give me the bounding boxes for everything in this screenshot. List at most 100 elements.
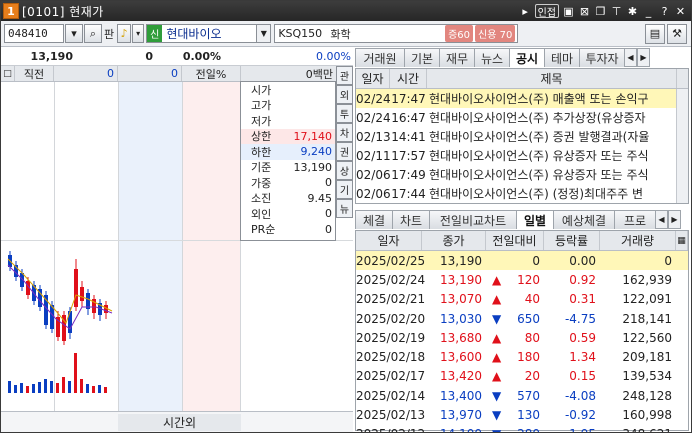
list-item[interactable]: 02/06 17:49 현대바이오사이언스(주) 유상증자 또는 주식	[356, 165, 688, 184]
side-button[interactable]: 관	[336, 66, 353, 85]
memo-icon[interactable]: ▤	[645, 23, 665, 44]
table-row[interactable]: 2025/02/25 13,190 0 0.00 0	[356, 251, 688, 271]
price-rate: 0.00%	[182, 50, 221, 63]
tool-icon[interactable]: ⚒	[667, 23, 687, 44]
cell-rate: 0.31	[569, 292, 596, 307]
copy-icon[interactable]: ❐	[594, 4, 607, 18]
side-button[interactable]: 외	[336, 85, 353, 104]
up-arrow-icon: ▲	[492, 272, 502, 287]
side-button[interactable]: 기	[336, 180, 353, 199]
cell-close: 13,600	[440, 350, 482, 365]
tab-expected[interactable]: 예상체결	[553, 210, 615, 229]
cell-volume: 139,534	[622, 369, 672, 384]
tab-disclosure[interactable]: 공시	[509, 48, 545, 67]
stock-code-input[interactable]: 048410	[4, 24, 64, 43]
tab-news[interactable]: 뉴스	[474, 48, 510, 67]
tab-brokers[interactable]: 거래원	[355, 48, 405, 67]
tab-executions[interactable]: 체결	[355, 210, 393, 229]
up-arrow-icon: ▲	[492, 350, 502, 365]
table-row[interactable]: 2025/02/21 13,070 ▲ 40 0.31 122,091	[356, 290, 688, 309]
table-row[interactable]: 2025/02/1214,100▼280-1.95348,621	[356, 425, 688, 432]
list-item[interactable]: 02/13 14:41 현대바이오사이언스(주) 증권 발행결과(자율	[356, 127, 688, 146]
vertical-scrollbar[interactable]	[676, 89, 688, 203]
cell-close: 14,100	[422, 427, 486, 432]
help-icon[interactable]: ?	[658, 4, 671, 18]
list-item[interactable]: 02/06 17:44 현대바이오사이언스(주) (정정)최대주주 변	[356, 184, 688, 203]
tab-program[interactable]: 프로	[614, 210, 656, 229]
title-bar: 1 [0101] 현재가 ▸ 인접 ▣ ⊠ ❐ ⊤ ✱ _ ? ✕	[1, 1, 691, 21]
up-arrow-icon: ▲	[492, 292, 502, 307]
table-row[interactable]: 2025/02/24 13,190 ▲ 120 0.92 162,939	[356, 270, 688, 289]
daily-table: 일자 종가 전일대비 등락률 거래량 ▦ 2025/02/25 13,190 0 0.…	[355, 230, 689, 432]
cell-change: 0	[532, 253, 540, 268]
tab-scroll-right-icon[interactable]: ▶	[637, 48, 650, 67]
print-icon[interactable]: ▣	[562, 4, 575, 18]
table-row[interactable]: 2025/02/13 13,970 ▼ 130 -0.92 160,998	[356, 405, 688, 424]
cell-date: 2025/02/19	[356, 330, 426, 345]
side-button[interactable]: 투	[336, 104, 353, 123]
checkbox-icon[interactable]: □	[1, 66, 15, 81]
table-row[interactable]: 2025/02/19 13,680 ▲ 80 0.59 122,560	[356, 328, 688, 347]
list-item[interactable]: 02/24 16:47 현대바이오사이언스(주) 추가상장(유상증자	[356, 108, 688, 127]
tab-daily[interactable]: 일별	[516, 210, 554, 229]
side-button[interactable]: 뉴	[336, 199, 353, 218]
settings-icon[interactable]: ✱	[626, 4, 639, 18]
cell-date: 2025/02/14	[356, 388, 426, 403]
cell-close: 13,680	[440, 330, 482, 345]
tab-chart[interactable]: 차트	[392, 210, 430, 229]
minimize-icon[interactable]: _	[642, 4, 655, 18]
cell-date: 2025/02/17	[356, 369, 426, 384]
table-row[interactable]: 2025/02/17 13,420 ▲ 20 0.15 139,534	[356, 367, 688, 386]
cell-date: 2025/02/12	[356, 427, 425, 432]
cell-change: ▲ 180	[492, 350, 540, 365]
tab-basic[interactable]: 기본	[404, 48, 440, 67]
play-icon[interactable]: ▸	[519, 4, 532, 18]
info-row-exhaustion: 소진 9.45	[251, 191, 332, 206]
table-row[interactable]: 2025/02/14 13,400 ▼ 570 -4.08 248,128	[356, 386, 688, 405]
stock-name: 현대바이오	[166, 27, 222, 41]
side-button[interactable]: 차	[336, 123, 353, 142]
tab-theme[interactable]: 테마	[544, 48, 580, 67]
tab-compare-chart[interactable]: 전일비교차트	[429, 210, 517, 229]
sector-name: 화학	[330, 27, 351, 41]
down-arrow-icon: ▼	[492, 408, 502, 423]
pin-icon[interactable]: ⊤	[610, 4, 623, 18]
bell-icon[interactable]: ♪	[117, 24, 132, 43]
tab-scroll-left-icon[interactable]: ◀	[655, 210, 668, 229]
daily-header: 일자 종가 전일대비 등락률 거래량 ▦	[356, 231, 688, 251]
col-date: 일자	[356, 231, 422, 250]
grid-line	[182, 82, 183, 412]
prev-pct-label: 전일%	[182, 66, 241, 81]
list-item[interactable]: 02/11 17:57 현대바이오사이언스(주) 유상증자 또는 주식	[356, 146, 688, 165]
close-icon[interactable]: ✕	[674, 4, 687, 18]
cell-date: 2025/02/20	[356, 311, 426, 326]
table-row[interactable]: 2025/02/18 13,600 ▲ 180 1.34 209,181	[356, 347, 688, 366]
table-settings-icon[interactable]: ▦	[676, 231, 688, 250]
cell-rate: 0.92	[569, 272, 596, 287]
list-item[interactable]: 02/24 17:47 현대바이오사이언스(주) 매출액 또는 손익구	[356, 89, 688, 108]
price-summary: 13,190 0 0.00% 0.00%	[1, 48, 353, 66]
tab-investor[interactable]: 투자자	[579, 48, 625, 67]
sin-badge: 신	[147, 25, 163, 42]
link-button[interactable]: 인접	[534, 4, 559, 19]
info-row-weighted: 가중 0	[251, 176, 332, 190]
tab-scroll-left-icon[interactable]: ◀	[624, 48, 637, 67]
search-icon[interactable]: ⌕	[84, 24, 102, 43]
prev-ask-qty: 0	[54, 66, 118, 81]
side-button[interactable]: 상	[336, 161, 353, 180]
excel-icon[interactable]: ⊠	[578, 4, 591, 18]
tab-scroll-right-icon[interactable]: ▶	[668, 210, 681, 229]
tab-finance[interactable]: 재무	[439, 48, 475, 67]
cell-volume: 248,128	[622, 388, 672, 403]
table-row[interactable]: 2025/02/20 13,030 ▼ 650 -4.75 218,141	[356, 309, 688, 328]
stock-name-box[interactable]: 신 현대바이오 ▼	[146, 24, 272, 43]
chevron-down-icon[interactable]: ▼	[256, 25, 271, 42]
bell-dropdown-icon[interactable]: ▾	[132, 24, 145, 43]
cell-change: ▲ 40	[492, 292, 540, 307]
code-dropdown-icon[interactable]: ▾	[65, 24, 83, 43]
cell-close: 13,030	[440, 311, 482, 326]
side-button[interactable]: 권	[336, 142, 353, 161]
cell-date: 2025/02/18	[356, 350, 426, 365]
cell-volume: 162,939	[622, 272, 672, 287]
disclosure-header: 일자 시간 제목	[356, 69, 688, 89]
